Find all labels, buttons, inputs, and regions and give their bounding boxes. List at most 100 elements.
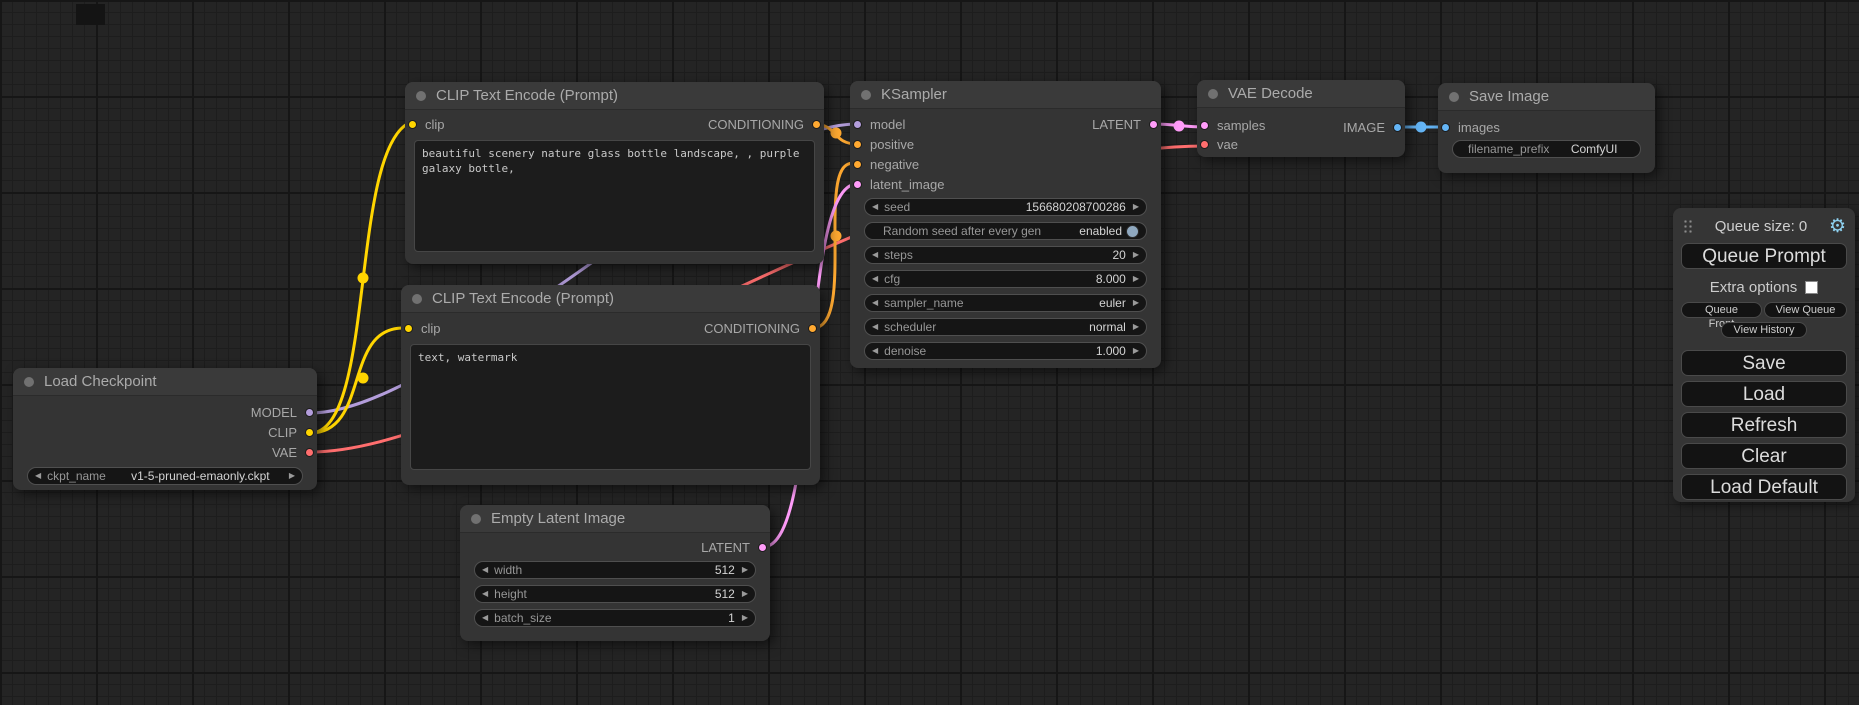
image-output-port[interactable] — [1393, 123, 1402, 132]
batch-size-widget[interactable]: ◀ batch_size 1 ▶ — [474, 609, 756, 627]
latent-output-port[interactable] — [758, 543, 767, 552]
left-arrow-icon[interactable]: ◀ — [872, 251, 878, 259]
steps-widget[interactable]: ◀ steps 20 ▶ — [864, 246, 1147, 264]
right-arrow-icon[interactable]: ▶ — [1133, 299, 1139, 307]
right-arrow-icon[interactable]: ▶ — [1133, 251, 1139, 259]
right-arrow-icon[interactable]: ▶ — [742, 566, 748, 574]
negative-prompt-textarea[interactable]: text, watermark — [410, 344, 811, 470]
node-title-label: CLIP Text Encode (Prompt) — [436, 87, 618, 104]
sampler-name-widget[interactable]: ◀ sampler_name euler ▶ — [864, 294, 1147, 312]
load-button[interactable]: Load — [1681, 381, 1847, 407]
positive-input-port[interactable] — [853, 140, 862, 149]
node-collapse-dot[interactable] — [471, 514, 481, 524]
widget-value[interactable]: 1.000 — [1096, 344, 1126, 358]
load-default-button[interactable]: Load Default — [1681, 474, 1847, 500]
node-collapse-dot[interactable] — [1449, 92, 1459, 102]
right-arrow-icon[interactable]: ▶ — [1133, 323, 1139, 331]
left-arrow-icon[interactable]: ◀ — [872, 203, 878, 211]
widget-value[interactable]: 512 — [715, 587, 735, 601]
left-arrow-icon[interactable]: ◀ — [872, 299, 878, 307]
left-arrow-icon[interactable]: ◀ — [482, 590, 488, 598]
latent-output-port[interactable] — [1149, 120, 1158, 129]
width-widget[interactable]: ◀ width 512 ▶ — [474, 561, 756, 579]
right-arrow-icon[interactable]: ▶ — [742, 614, 748, 622]
save-button[interactable]: Save — [1681, 350, 1847, 376]
random-seed-toggle[interactable] — [1126, 225, 1139, 238]
scheduler-widget[interactable]: ◀ scheduler normal ▶ — [864, 318, 1147, 336]
queue-prompt-button[interactable]: Queue Prompt — [1681, 243, 1847, 269]
conditioning-output-port[interactable] — [808, 324, 817, 333]
positive-prompt-textarea[interactable]: beautiful scenery nature glass bottle la… — [414, 140, 815, 252]
model-output-port[interactable] — [305, 408, 314, 417]
clip-input-port[interactable] — [404, 324, 413, 333]
output-label: CONDITIONING — [704, 321, 800, 336]
vae-input-port[interactable] — [1200, 140, 1209, 149]
view-history-button[interactable]: View History — [1721, 322, 1807, 338]
widget-value: enabled — [1079, 224, 1122, 238]
left-arrow-icon[interactable]: ◀ — [35, 472, 41, 480]
settings-gear-icon[interactable]: ⚙ — [1829, 217, 1846, 236]
node-header[interactable]: VAE Decode — [1197, 80, 1405, 108]
node-header[interactable]: Empty Latent Image — [460, 505, 770, 533]
filename-prefix-widget[interactable]: filename_prefix ComfyUI — [1452, 140, 1641, 158]
random-seed-widget[interactable]: Random seed after every gen enabled — [864, 222, 1147, 240]
input-label: vae — [1217, 137, 1238, 152]
node-graph-canvas[interactable]: { "colors": { "model": "#B39DDB", "clip"… — [0, 0, 1859, 705]
node-header[interactable]: Save Image — [1438, 83, 1655, 111]
right-arrow-icon[interactable]: ▶ — [289, 472, 295, 480]
left-arrow-icon[interactable]: ◀ — [872, 347, 878, 355]
right-arrow-icon[interactable]: ▶ — [1133, 203, 1139, 211]
node-collapse-dot[interactable] — [412, 294, 422, 304]
seed-widget[interactable]: ◀ seed 156680208700286 ▶ — [864, 198, 1147, 216]
conditioning-output-port[interactable] — [812, 120, 821, 129]
widget-value[interactable]: 8.000 — [1096, 272, 1126, 286]
clip-output-port[interactable] — [305, 428, 314, 437]
panel-drag-handle-icon[interactable] — [1683, 219, 1693, 233]
model-input-port[interactable] — [853, 120, 862, 129]
extra-options-checkbox[interactable] — [1805, 281, 1818, 294]
left-arrow-icon[interactable]: ◀ — [872, 323, 878, 331]
queue-front-button[interactable]: Queue Front — [1681, 302, 1762, 318]
node-collapse-dot[interactable] — [24, 377, 34, 387]
node-collapse-dot[interactable] — [1208, 89, 1218, 99]
left-arrow-icon[interactable]: ◀ — [872, 275, 878, 283]
widget-label: height — [494, 587, 527, 601]
latent-image-input-port[interactable] — [853, 180, 862, 189]
widget-value[interactable]: 20 — [1112, 248, 1125, 262]
height-widget[interactable]: ◀ height 512 ▶ — [474, 585, 756, 603]
widget-value[interactable]: 512 — [715, 563, 735, 577]
node-collapse-dot[interactable] — [416, 91, 426, 101]
images-input-port[interactable] — [1441, 123, 1450, 132]
widget-value[interactable]: euler — [1099, 296, 1126, 310]
widget-label: Random seed after every gen — [883, 224, 1041, 238]
denoise-widget[interactable]: ◀ denoise 1.000 ▶ — [864, 342, 1147, 360]
left-arrow-icon[interactable]: ◀ — [482, 614, 488, 622]
clip-input-port[interactable] — [408, 120, 417, 129]
right-arrow-icon[interactable]: ▶ — [742, 590, 748, 598]
widget-value[interactable]: 156680208700286 — [1026, 200, 1126, 214]
node-save-image: Save Image images filename_prefix ComfyU… — [1438, 83, 1655, 173]
ckpt-name-widget[interactable]: ◀ ckpt_name v1-5-pruned-emaonly.ckpt ▶ — [27, 467, 303, 485]
clear-button[interactable]: Clear — [1681, 443, 1847, 469]
node-header[interactable]: Load Checkpoint — [13, 368, 317, 396]
widget-value[interactable]: ComfyUI — [1555, 142, 1633, 156]
node-header[interactable]: KSampler — [850, 81, 1161, 109]
widget-value[interactable]: normal — [1089, 320, 1126, 334]
left-arrow-icon[interactable]: ◀ — [482, 566, 488, 574]
right-arrow-icon[interactable]: ▶ — [1133, 347, 1139, 355]
node-collapse-dot[interactable] — [861, 90, 871, 100]
samples-input-port[interactable] — [1200, 121, 1209, 130]
node-header[interactable]: CLIP Text Encode (Prompt) — [401, 285, 820, 313]
negative-input-port[interactable] — [853, 160, 862, 169]
cfg-widget[interactable]: ◀ cfg 8.000 ▶ — [864, 270, 1147, 288]
widget-value[interactable]: 1 — [728, 611, 735, 625]
refresh-button[interactable]: Refresh — [1681, 412, 1847, 438]
vae-output-port[interactable] — [305, 448, 314, 457]
widget-label: steps — [884, 248, 913, 262]
right-arrow-icon[interactable]: ▶ — [1133, 275, 1139, 283]
node-header[interactable]: CLIP Text Encode (Prompt) — [405, 82, 824, 110]
wire-clip-to-negative — [310, 328, 403, 433]
widget-value[interactable]: v1-5-pruned-emaonly.ckpt — [112, 469, 289, 483]
link-midpoint-dot — [1416, 122, 1427, 133]
view-queue-button[interactable]: View Queue — [1764, 302, 1847, 318]
